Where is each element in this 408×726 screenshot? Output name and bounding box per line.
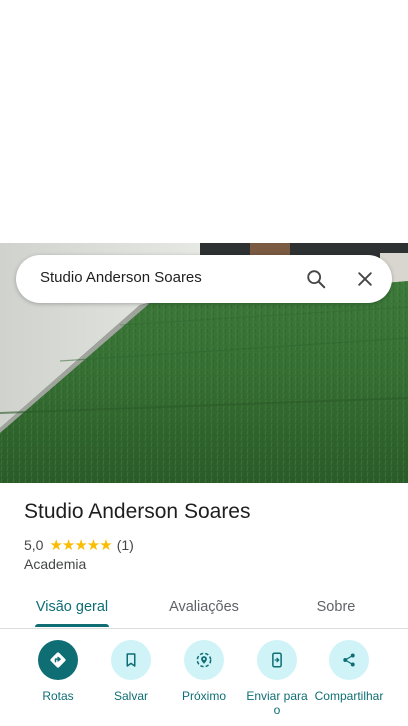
action-buttons: Rotas Salvar Próximo Enviar para o Compa… [0, 640, 408, 726]
star-rating-icon: ★★★★★ [49, 537, 112, 554]
nearby-icon [184, 640, 224, 680]
directions-icon [38, 640, 78, 680]
place-tabs: Visão geral Avaliações Sobre [0, 586, 408, 629]
share-label: Compartilhar [314, 689, 384, 703]
nearby-button[interactable]: Próximo [164, 640, 244, 703]
send-to-phone-icon [257, 640, 297, 680]
share-button[interactable]: Compartilhar [309, 640, 389, 703]
review-count[interactable]: (1) [117, 537, 134, 553]
send-to-phone-button[interactable]: Enviar para o [237, 640, 317, 717]
rating-value: 5,0 [24, 537, 44, 553]
nearby-label: Próximo [181, 689, 226, 703]
search-bar[interactable]: Studio Anderson Soares [16, 255, 392, 303]
directions-label: Rotas [42, 689, 74, 703]
save-button[interactable]: Salvar [91, 640, 171, 703]
share-icon [329, 640, 369, 680]
close-icon[interactable] [350, 264, 380, 294]
place-category: Academia [24, 556, 87, 572]
active-tab-indicator [35, 624, 109, 627]
place-title: Studio Anderson Soares [24, 500, 251, 523]
search-input[interactable]: Studio Anderson Soares [40, 269, 202, 286]
map-blank-area [0, 0, 408, 243]
tab-about[interactable]: Sobre [296, 586, 376, 628]
save-label: Salvar [113, 689, 148, 703]
rating-row[interactable]: 5,0 ★★★★★ (1) [24, 536, 134, 554]
bookmark-icon [111, 640, 151, 680]
tab-overview[interactable]: Visão geral [20, 586, 124, 628]
directions-button[interactable]: Rotas [18, 640, 98, 703]
send-to-phone-label: Enviar para o [246, 689, 308, 717]
tab-reviews[interactable]: Avaliações [150, 586, 258, 628]
search-icon[interactable] [301, 264, 331, 294]
